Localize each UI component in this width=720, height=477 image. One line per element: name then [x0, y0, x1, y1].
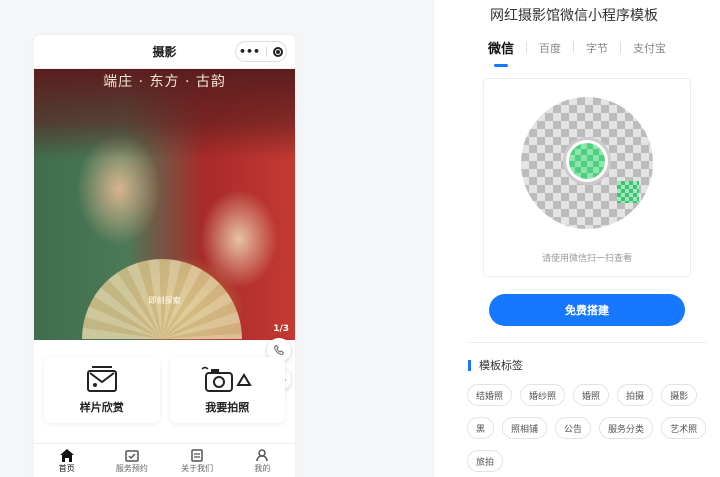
tab-booking-label: 服务预约 — [115, 463, 148, 473]
qr-code-image — [521, 97, 653, 229]
template-title: 网红摄影馆微信小程序模板 — [490, 8, 658, 24]
phone-preview: 摄影 ••• 端庄 · 东方 · 古韵 即刻探索 1/3 样片欣赏 我要拍照 首… — [34, 35, 295, 477]
calendar-icon — [125, 448, 139, 463]
panel-divider — [433, 0, 434, 477]
tab-baidu[interactable]: 百度 — [539, 40, 561, 56]
platform-tabs: 微信 百度 字节 支付宝 — [488, 38, 666, 67]
tag-item[interactable]: 艺术照 — [661, 417, 707, 439]
capsule-menu[interactable]: ••• — [235, 41, 287, 62]
more-icon[interactable]: ••• — [239, 45, 260, 58]
entry-cards: 样片欣赏 我要拍照 — [44, 357, 285, 423]
tag-item[interactable]: 公告 — [555, 417, 592, 439]
tag-item[interactable]: 黑 — [467, 417, 495, 439]
tag-item[interactable]: 服务分类 — [599, 417, 654, 439]
tag-item[interactable]: 照相铺 — [502, 417, 548, 439]
preview-area: 摄影 ••• 端庄 · 东方 · 古韵 即刻探索 1/3 样片欣赏 我要拍照 首… — [0, 0, 433, 477]
banner-carousel[interactable]: 端庄 · 东方 · 古韵 即刻探索 1/3 — [34, 69, 295, 340]
tags-title: 模板标签 — [468, 360, 523, 371]
close-target-icon[interactable] — [273, 46, 284, 57]
book-photo-card[interactable]: 我要拍照 — [169, 357, 285, 423]
banner-caption: 即刻探索 — [148, 296, 181, 305]
tab-separator — [573, 42, 575, 53]
tab-mine[interactable]: 我的 — [230, 444, 295, 477]
home-icon — [59, 448, 74, 463]
qr-code-box: 请使用微信扫一扫查看 — [483, 78, 691, 277]
tab-booking[interactable]: 服务预约 — [99, 444, 164, 477]
tab-about-label: 关于我们 — [181, 463, 214, 473]
document-icon — [191, 448, 203, 463]
tag-item[interactable]: 拍摄 — [617, 384, 654, 406]
book-photo-card-label: 我要拍照 — [205, 401, 250, 414]
bottom-tabbar: 首页 服务预约 关于我们 我的 — [34, 443, 295, 477]
tag-list: 结婚照 婚纱照 婚照 拍摄 摄影 黑 照相铺 公告 服务分类 艺术照 旅拍 — [467, 384, 707, 472]
tab-home[interactable]: 首页 — [34, 444, 99, 477]
tag-item[interactable]: 旅拍 — [467, 450, 504, 472]
samples-card-label: 样片欣赏 — [79, 401, 124, 414]
tab-separator — [526, 42, 528, 53]
qr-accent — [617, 181, 639, 203]
tag-item[interactable]: 婚照 — [573, 384, 610, 406]
carousel-counter: 1/3 — [273, 324, 289, 334]
section-divider — [467, 342, 707, 343]
samples-card[interactable]: 样片欣赏 — [44, 357, 160, 423]
tag-item[interactable]: 摄影 — [661, 384, 698, 406]
tab-separator — [620, 42, 622, 53]
capsule-divider — [266, 46, 268, 57]
mini-program-header: 摄影 ••• — [34, 35, 295, 69]
user-icon — [256, 448, 269, 463]
free-build-button[interactable]: 免费搭建 — [489, 294, 685, 326]
tag-item[interactable]: 结婚照 — [467, 384, 513, 406]
tag-item[interactable]: 婚纱照 — [520, 384, 566, 406]
template-info-panel: 网红摄影馆微信小程序模板 微信 百度 字节 支付宝 请使用微信扫一扫查看 免费搭… — [450, 0, 710, 477]
banner-title: 端庄 · 东方 · 古韵 — [103, 74, 226, 90]
tab-mine-label: 我的 — [254, 463, 271, 473]
page-title: 摄影 — [152, 45, 177, 59]
qr-logo — [569, 143, 605, 179]
tab-alipay[interactable]: 支付宝 — [633, 40, 666, 56]
qr-hint: 请使用微信扫一扫查看 — [541, 254, 632, 264]
photo-envelope-icon — [86, 365, 118, 393]
tab-about[interactable]: 关于我们 — [165, 444, 230, 477]
tab-bytedance[interactable]: 字节 — [586, 40, 608, 56]
tab-wechat[interactable]: 微信 — [488, 38, 514, 67]
tab-home-label: 首页 — [58, 463, 75, 473]
camera-icon — [200, 365, 254, 393]
